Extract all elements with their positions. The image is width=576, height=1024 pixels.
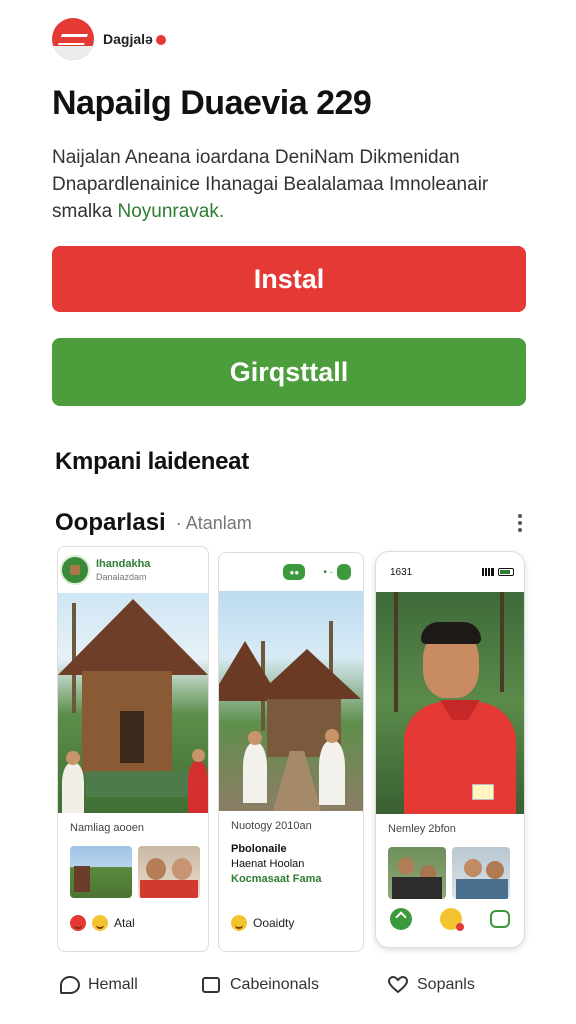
description-link[interactable]: Noyunravak. [117, 201, 224, 222]
screenshot-card-1[interactable]: Ihandakha Danalazdam Namliag aooen Atal [57, 546, 209, 952]
upvote-icon[interactable] [390, 908, 412, 930]
smile-reaction-icon[interactable] [92, 915, 108, 931]
screenshot-card-3[interactable]: 1631 Nemley 2bfon [375, 551, 525, 948]
nav-label: Hemall [88, 976, 138, 993]
brand-logo [52, 18, 94, 60]
uninstall-button[interactable]: Girqsttall [52, 338, 526, 406]
nav-item-hemall[interactable]: Hemall [60, 976, 138, 994]
portrait-photo [376, 592, 524, 814]
section-title-oparasi: Ooparlasi [55, 509, 166, 536]
reaction-row: Atal [70, 915, 135, 931]
caption-line-2: Haenat Hoolan [231, 858, 305, 870]
phone-status-bar: 1631 [376, 552, 524, 592]
traditional-house-photo [58, 593, 208, 813]
comment-box-icon [202, 977, 220, 993]
battery-icon [498, 568, 514, 576]
heart-icon [388, 976, 408, 994]
status-pill-icon: ●● [283, 564, 306, 580]
verified-badge-icon [155, 35, 166, 45]
bottom-navigation: Hemall Cabeinonals Sopanls [0, 966, 576, 1006]
thumbnail-people[interactable] [138, 846, 200, 898]
action-row [390, 907, 510, 931]
app-title: Napailg Duaevia 229 [52, 84, 372, 122]
description-line-1: Naijalan Aneana ioardana DeniNam Dikmeni… [52, 147, 460, 168]
description-line-2: Dnapardlenainice Ihanagai Bealalamaa Imn… [52, 174, 489, 195]
thumbnail-house[interactable] [70, 846, 132, 898]
card-meta: Namliag aooen [70, 822, 144, 834]
emoji-reaction-icon[interactable] [440, 908, 464, 931]
thumbnail-row [376, 835, 524, 899]
card-meta: Nemley 2bfon [388, 823, 456, 835]
account-name: Ihandakha [96, 558, 151, 570]
smile-reaction-icon[interactable] [231, 915, 247, 931]
signal-icon [482, 568, 494, 576]
card-caption: Pbolonaile Haenat Hoolan Kocmasaat Fama [219, 832, 363, 887]
caption-line-1: Pbolonaile [231, 843, 287, 855]
thumbnail-row [58, 834, 208, 898]
dots-icon: • · [323, 566, 333, 578]
small-pill-icon [337, 564, 351, 580]
app-description: Naijalan Aneana ioardana DeniNam Dikmeni… [52, 144, 522, 225]
screenshot-card-2[interactable]: ●● • · Nuotogy 2010an Pbolonaile Haenat … [218, 552, 364, 952]
reaction-label: Ooaidty [253, 916, 295, 930]
account-avatar [60, 555, 90, 585]
reaction-row: Ooaidty [231, 915, 294, 931]
description-tail: smalka [52, 201, 118, 222]
more-options-icon[interactable] [518, 514, 522, 532]
nav-label: Sopanls [417, 976, 475, 993]
caption-line-3: Kocmasaat Fama [231, 873, 322, 885]
village-photo [219, 591, 363, 811]
reaction-label: Atal [114, 916, 135, 930]
brand-name: Dagjalə [103, 31, 153, 47]
thumbnail-pair[interactable] [388, 847, 446, 899]
app-header: Dagjalə [52, 18, 166, 60]
thumbnail-group[interactable] [452, 847, 510, 899]
nav-item-cabeinonals[interactable]: Cabeinonals [202, 976, 319, 994]
love-reaction-icon[interactable] [70, 915, 86, 931]
description-line-3: smalka Noyunravak. [52, 198, 522, 225]
install-button[interactable]: Instal [52, 246, 526, 312]
chat-bubble-icon [60, 976, 80, 994]
card-meta: Nuotogy 2010an [231, 820, 312, 832]
status-time: 1631 [390, 566, 413, 578]
card-top-bar: ●● • · [219, 553, 363, 591]
oparasi-subtitle: · Atanlam [175, 512, 252, 533]
nav-label: Cabeinonals [230, 976, 319, 993]
oparasi-header: Ooparlasi · Atanlam [55, 508, 526, 538]
card-account-header: Ihandakha Danalazdam [58, 547, 208, 593]
account-handle: Danalazdam [96, 572, 147, 582]
message-icon[interactable] [490, 910, 510, 928]
section-title-kmpani: Kmpani laideneat [55, 448, 249, 475]
nav-item-sopanls[interactable]: Sopanls [388, 976, 475, 994]
